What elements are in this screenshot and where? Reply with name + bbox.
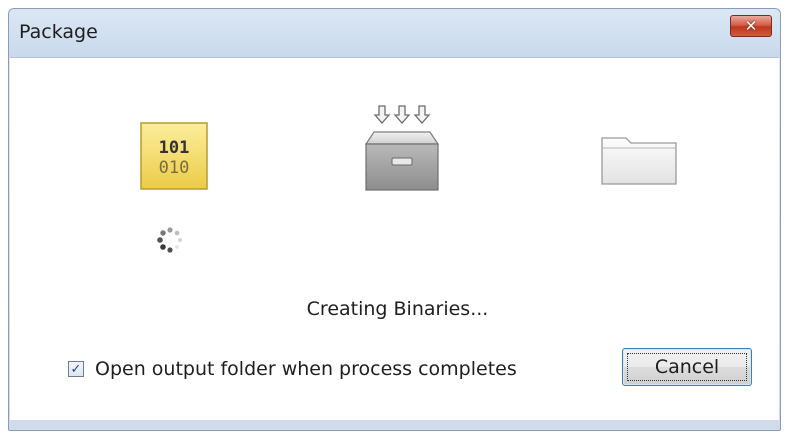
open-output-folder-checkbox[interactable]: ✓ [68,361,84,377]
dialog-body: 101 010 Creating Binaries... ✓ Open outp… [10,57,779,420]
folder-icon [601,137,677,185]
binary-icon-text-bottom: 010 [159,158,190,178]
title-bar[interactable]: Package ✕ [9,9,780,57]
binary-icon-text-top: 101 [159,138,190,158]
open-output-folder-option[interactable]: ✓ Open output folder when process comple… [68,358,517,380]
dialog-title: Package [19,21,98,43]
down-arrow-icon [373,105,431,124]
archive-box-icon [364,105,440,191]
checkmark-icon: ✓ [70,361,82,377]
package-dialog: Package ✕ 101 010 Creating Binaries... ✓… [8,8,781,431]
close-icon: ✕ [744,16,758,35]
open-output-folder-label[interactable]: Open output folder when process complete… [95,358,517,380]
cancel-button[interactable]: Cancel [622,348,752,386]
binary-file-icon: 101 010 [140,122,208,190]
status-text: Creating Binaries... [306,298,489,320]
cancel-button-label: Cancel [654,356,720,378]
loading-spinner-icon [157,227,182,253]
close-button[interactable]: ✕ [730,15,772,37]
